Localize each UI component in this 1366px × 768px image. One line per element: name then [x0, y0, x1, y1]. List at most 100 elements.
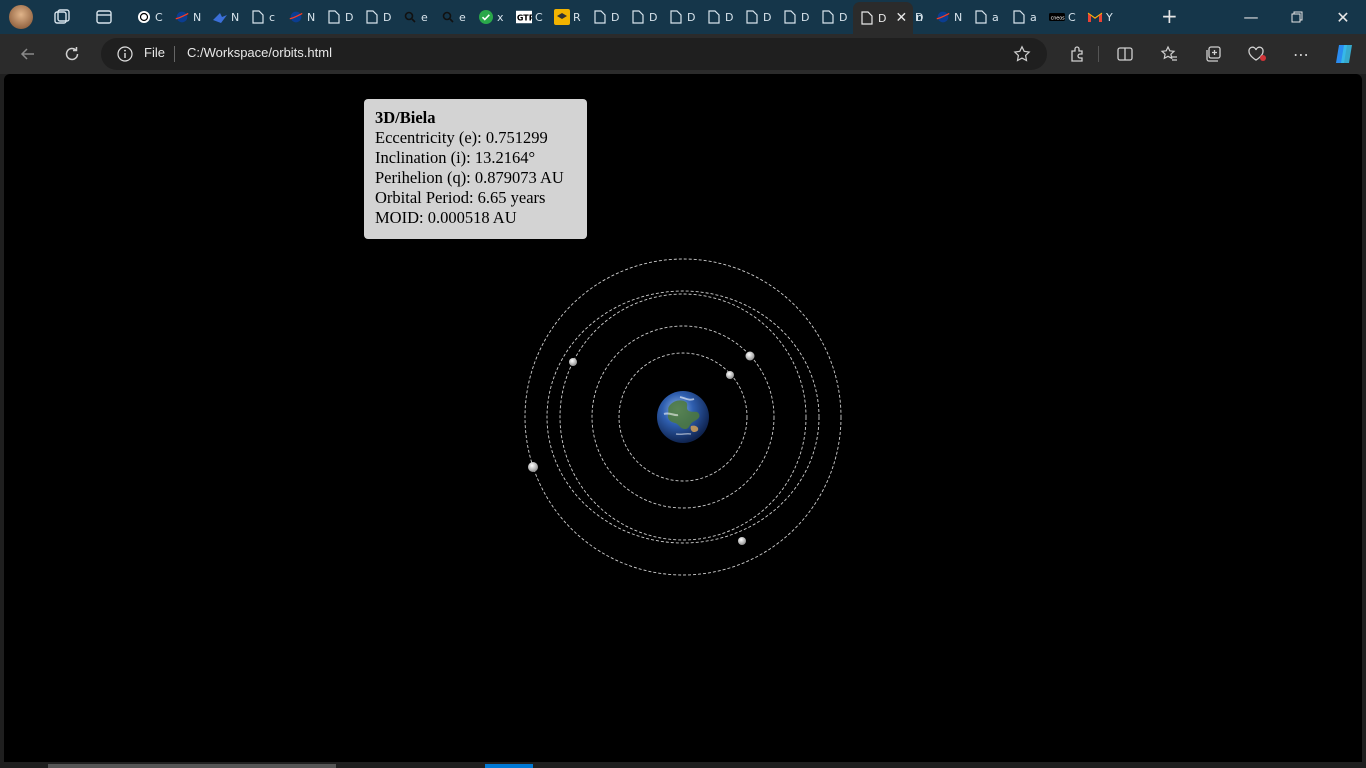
page-icon: [364, 9, 380, 25]
page-icon: [820, 9, 836, 25]
tab-item[interactable]: D: [744, 3, 771, 31]
asteroid-marker[interactable]: [528, 462, 538, 472]
tab-label: D: [725, 10, 734, 24]
openai-icon: [136, 9, 152, 25]
tab-item[interactable]: GTRC: [516, 3, 543, 31]
tab-item[interactable]: x: [478, 3, 504, 31]
minimize-button[interactable]: —: [1228, 0, 1274, 34]
svg-text:GTR: GTR: [517, 14, 532, 23]
tab-label: Y: [1106, 10, 1113, 24]
moid-text: MOID: 0.000518 AU: [375, 208, 517, 227]
tab-label: D: [611, 10, 620, 24]
page-icon: [782, 9, 798, 25]
gmail-icon: [1087, 9, 1103, 25]
favorites-icon[interactable]: [1153, 40, 1185, 68]
tab-item[interactable]: D: [364, 3, 391, 31]
tab-item[interactable]: N: [174, 3, 201, 31]
search-icon: [440, 9, 456, 25]
tab-label: D: [649, 10, 658, 24]
tab-label: e: [421, 10, 428, 24]
profile-avatar[interactable]: [9, 5, 33, 29]
page-icon: [973, 9, 989, 25]
page-icon: [859, 10, 875, 26]
refresh-button[interactable]: [56, 40, 88, 68]
earth-icon: [657, 391, 709, 443]
bird-icon: [212, 9, 228, 25]
scheme-label: File: [144, 45, 165, 60]
tab-label: n: [916, 10, 923, 24]
tab-item[interactable]: D: [592, 3, 619, 31]
search-icon: [402, 9, 418, 25]
taskbar-indicator: [48, 764, 336, 768]
more-menu-icon[interactable]: ⋯: [1285, 40, 1317, 68]
tab-item[interactable]: N: [212, 3, 239, 31]
asteroid-marker[interactable]: [738, 537, 746, 545]
tab-item[interactable]: e: [440, 3, 466, 31]
tab-item[interactable]: D: [820, 3, 847, 31]
tab-label: x: [497, 10, 504, 24]
tab-label: e: [459, 10, 466, 24]
split-screen-icon[interactable]: [1109, 40, 1141, 68]
tab-item[interactable]: D: [706, 3, 733, 31]
favorite-star-icon[interactable]: [1013, 45, 1031, 67]
page-icon: [326, 9, 342, 25]
page-icon: [250, 9, 266, 25]
new-tab-button[interactable]: +: [1161, 6, 1178, 26]
check-icon: [478, 9, 494, 25]
nasa-icon: [288, 9, 304, 25]
workspaces-icon[interactable]: [52, 7, 72, 31]
taskbar-active-indicator: [485, 764, 533, 768]
tab-item[interactable]: D: [630, 3, 657, 31]
site-info-icon[interactable]: [117, 46, 133, 66]
page-viewport: 3D/Biela Eccentricity (e): 0.751299 Incl…: [4, 74, 1362, 762]
inclination-text: Inclination (i): 13.2164°: [375, 148, 536, 167]
copilot-icon[interactable]: [1328, 40, 1360, 68]
tab-label: D: [801, 10, 810, 24]
collections-icon[interactable]: [1197, 40, 1229, 68]
url-text[interactable]: C:/Workspace/orbits.html: [187, 45, 332, 60]
tab-item[interactable]: c: [250, 3, 275, 31]
asteroid-marker[interactable]: [726, 371, 734, 379]
cap-icon: [554, 9, 570, 25]
tab-item[interactable]: a: [1011, 3, 1037, 31]
tab-item[interactable]: e: [402, 3, 428, 31]
tab-item[interactable]: cneos C: [1049, 3, 1076, 31]
restore-button[interactable]: [1274, 0, 1320, 34]
close-window-button[interactable]: ✕: [1320, 0, 1366, 34]
toolbar-divider: [1098, 46, 1099, 62]
asteroid-marker[interactable]: [569, 358, 577, 366]
tab-label: c: [269, 10, 276, 24]
tab-label: C: [1068, 10, 1076, 24]
tab-item[interactable]: Y: [1087, 3, 1113, 31]
asteroid-marker[interactable]: [745, 351, 755, 361]
eccentricity-text: Eccentricity (e): 0.751299: [375, 128, 548, 147]
tab-item[interactable]: a: [973, 3, 999, 31]
tab-label: D: [383, 10, 392, 24]
tab-active[interactable]: D ✕: [853, 2, 914, 34]
tab-actions-icon[interactable]: [94, 7, 114, 31]
tab-item[interactable]: D: [782, 3, 809, 31]
tab-item[interactable]: D: [326, 3, 353, 31]
orbit-canvas[interactable]: [4, 74, 1362, 762]
page-icon: [706, 9, 722, 25]
browser-essentials-icon[interactable]: [1241, 40, 1273, 68]
tab-label: D: [878, 11, 887, 25]
tab-label: D: [839, 10, 848, 24]
tab-item[interactable]: R: [554, 3, 581, 31]
tab-label: D: [687, 10, 696, 24]
page-icon: [1011, 9, 1027, 25]
tab-item[interactable]: N: [935, 3, 962, 31]
tab-item[interactable]: D: [668, 3, 695, 31]
tab-label: C: [155, 10, 163, 24]
tab-item[interactable]: C: [136, 3, 163, 31]
nasa-icon: [935, 9, 951, 25]
address-divider: [174, 46, 175, 62]
back-button[interactable]: [12, 40, 44, 68]
extensions-icon[interactable]: [1061, 40, 1093, 68]
tab-label: a: [992, 10, 999, 24]
tab-label: N: [193, 10, 202, 24]
address-bar[interactable]: File C:/Workspace/orbits.html: [101, 38, 1047, 70]
tab-label: N: [231, 10, 240, 24]
close-tab-icon[interactable]: ✕: [895, 10, 907, 26]
tab-item[interactable]: N: [288, 3, 315, 31]
